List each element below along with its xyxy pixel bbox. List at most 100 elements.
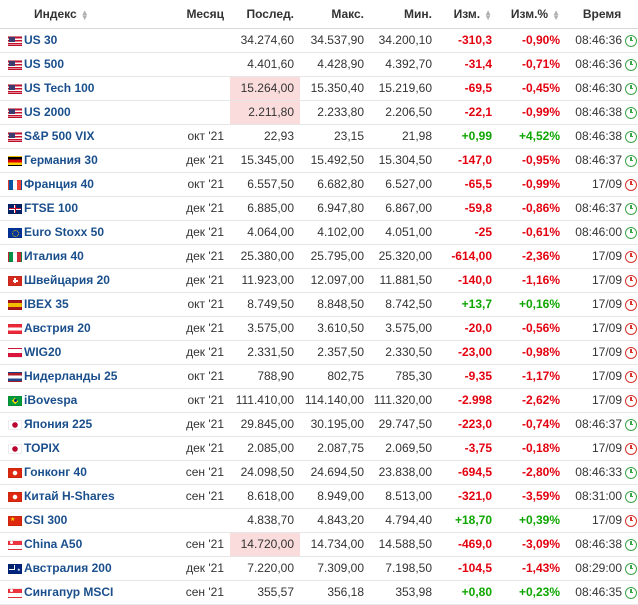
time-cell: 17/09 (566, 436, 625, 461)
last-price-cell: 7.220,00 (230, 556, 301, 581)
table-row[interactable]: Китай H-Shares сен '21 8.618,00 8.949,00… (0, 484, 638, 509)
last-price-cell: 11.923,00 (230, 268, 301, 293)
low-cell: 21,98 (370, 124, 439, 149)
sort-icon[interactable]: ▲ ▼ (552, 8, 560, 21)
column-header-index[interactable]: Индекс ▲ ▼ (0, 0, 175, 29)
index-name-link[interactable]: US 2000 (24, 105, 71, 119)
table-row[interactable]: US 2000 2.211,80 2.233,80 2.206,50 -22,1… (0, 100, 638, 125)
table-row[interactable]: Euro Stoxx 50 дек '21 4.064,00 4.102,00 … (0, 220, 638, 245)
high-cell: 4.428,90 (300, 52, 371, 77)
time-cell: 08:46:37 (566, 412, 625, 437)
column-header-change-pct[interactable]: Изм.% ▲ ▼ (498, 0, 567, 29)
table-row[interactable]: FTSE 100 дек '21 6.885,00 6.947,80 6.867… (0, 196, 638, 221)
time-cell: 17/09 (566, 316, 625, 341)
index-name-link[interactable]: Япония 225 (24, 417, 92, 431)
table-row[interactable]: US 30 34.274,60 34.537,90 34.200,10 -310… (0, 28, 638, 53)
flag-cell (0, 100, 24, 125)
table-row[interactable]: Швейцария 20 дек '21 11.923,00 12.097,00… (0, 268, 638, 293)
index-name-link[interactable]: iBovespa (24, 393, 77, 407)
table-row[interactable]: S&P 500 VIX окт '21 22,93 23,15 21,98 +0… (0, 124, 638, 149)
column-header-last[interactable]: Послед. (230, 0, 301, 29)
table-row[interactable]: US 500 4.401,60 4.428,90 4.392,70 -31,4 … (0, 52, 638, 77)
month-cell (174, 52, 231, 77)
index-name-link[interactable]: TOPIX (24, 441, 60, 455)
column-header-high[interactable]: Макс. (300, 0, 371, 29)
index-name-link[interactable]: Сингапур MSCI (24, 585, 113, 599)
table-row[interactable]: Сингапур MSCI сен '21 355,57 356,18 353,… (0, 580, 638, 605)
table-row[interactable]: Италия 40 дек '21 25.380,00 25.795,00 25… (0, 244, 638, 269)
high-cell: 802,75 (300, 364, 371, 389)
table-row[interactable]: IBEX 35 окт '21 8.749,50 8.848,50 8.742,… (0, 292, 638, 317)
singapore-flag-icon (8, 539, 22, 550)
index-name-link[interactable]: S&P 500 VIX (24, 129, 95, 143)
table-row[interactable]: Гонконг 40 сен '21 24.098,50 24.694,50 2… (0, 460, 638, 485)
hongkong-flag-icon (8, 467, 22, 478)
clock-cell (624, 100, 638, 125)
time-cell: 17/09 (566, 340, 625, 365)
market-closed-clock-icon (625, 394, 638, 407)
index-name-cell: S&P 500 VIX (24, 124, 175, 149)
last-price-cell: 2.211,80 (230, 100, 301, 125)
table-row[interactable]: US Tech 100 15.264,00 15.350,40 15.219,6… (0, 76, 638, 101)
index-name-link[interactable]: FTSE 100 (24, 201, 78, 215)
index-name-link[interactable]: WIG20 (24, 345, 61, 359)
index-name-link[interactable]: US 500 (24, 57, 64, 71)
column-header-change[interactable]: Изм. ▲ ▼ (438, 0, 499, 29)
column-header-time[interactable]: Время (566, 0, 638, 29)
table-header-row: Индекс ▲ ▼ Месяц Послед. Макс. Мин. Изм. ▲ ▼… (0, 0, 638, 29)
market-open-clock-icon (625, 106, 638, 119)
time-cell: 17/09 (566, 292, 625, 317)
table-row[interactable]: Австрия 20 дек '21 3.575,00 3.610,50 3.5… (0, 316, 638, 341)
market-closed-clock-icon (625, 250, 638, 263)
high-cell: 15.492,50 (300, 148, 371, 173)
high-cell: 8.949,00 (300, 484, 371, 509)
indices-table: Индекс ▲ ▼ Месяц Послед. Макс. Мин. Изм. ▲ ▼… (0, 0, 638, 605)
index-name-link[interactable]: US Tech 100 (24, 81, 94, 95)
change-pct-cell: -2,36% (498, 244, 567, 269)
table-row[interactable]: Франция 40 окт '21 6.557,50 6.682,80 6.5… (0, 172, 638, 197)
index-name-link[interactable]: Германия 30 (24, 153, 98, 167)
index-name-link[interactable]: Гонконг 40 (24, 465, 87, 479)
index-name-link[interactable]: Италия 40 (24, 249, 84, 263)
sort-icon[interactable]: ▲ ▼ (81, 8, 89, 21)
table-row[interactable]: ★ CSI 300 4.838,70 4.843,20 4.794,40 +18… (0, 508, 638, 533)
index-name-link[interactable]: Швейцария 20 (24, 273, 110, 287)
clock-cell (624, 556, 638, 581)
index-name-link[interactable]: CSI 300 (24, 513, 67, 527)
index-name-link[interactable]: Нидерланды 25 (24, 369, 117, 383)
month-cell: дек '21 (174, 412, 231, 437)
high-cell: 4.843,20 (300, 508, 371, 533)
month-cell: дек '21 (174, 148, 231, 173)
table-row[interactable]: Германия 30 дек '21 15.345,00 15.492,50 … (0, 148, 638, 173)
index-name-link[interactable]: Франция 40 (24, 177, 94, 191)
change-pct-cell: -1,16% (498, 268, 567, 293)
australia-flag-icon: ★ (8, 563, 22, 574)
column-header-low[interactable]: Мин. (370, 0, 439, 29)
index-name-link[interactable]: Австралия 200 (24, 561, 112, 575)
table-row[interactable]: ★ Австралия 200 дек '21 7.220,00 7.309,0… (0, 556, 638, 581)
index-name-link[interactable]: US 30 (24, 33, 57, 47)
table-row[interactable]: Япония 225 дек '21 29.845,00 30.195,00 2… (0, 412, 638, 437)
change-pct-cell: +0,39% (498, 508, 567, 533)
table-row[interactable]: WIG20 дек '21 2.331,50 2.357,50 2.330,50… (0, 340, 638, 365)
sort-icon[interactable]: ▲ ▼ (484, 8, 492, 21)
index-name-link[interactable]: China A50 (24, 537, 82, 551)
table-row[interactable]: TOPIX дек '21 2.085,00 2.087,75 2.069,50… (0, 436, 638, 461)
table-row[interactable]: iBovespa окт '21 111.410,00 114.140,00 1… (0, 388, 638, 413)
column-header-month[interactable]: Месяц (174, 0, 231, 29)
change-pct-cell: -0,99% (498, 172, 567, 197)
index-name-link[interactable]: IBEX 35 (24, 297, 69, 311)
last-price-cell: 15.264,00 (230, 76, 301, 101)
low-cell: 3.575,00 (370, 316, 439, 341)
index-name-link[interactable]: Австрия 20 (24, 321, 91, 335)
market-closed-clock-icon (625, 370, 638, 383)
change-pct-cell: +4,52% (498, 124, 567, 149)
japan-flag-icon (8, 443, 22, 454)
index-name-link[interactable]: Euro Stoxx 50 (24, 225, 104, 239)
index-name-link[interactable]: Китай H-Shares (24, 489, 115, 503)
table-row[interactable]: China A50 сен '21 14.720,00 14.734,00 14… (0, 532, 638, 557)
change-pct-cell: -2,80% (498, 460, 567, 485)
change-pct-cell: -3,09% (498, 532, 567, 557)
table-row[interactable]: Нидерланды 25 окт '21 788,90 802,75 785,… (0, 364, 638, 389)
change-cell: -9,35 (438, 364, 499, 389)
